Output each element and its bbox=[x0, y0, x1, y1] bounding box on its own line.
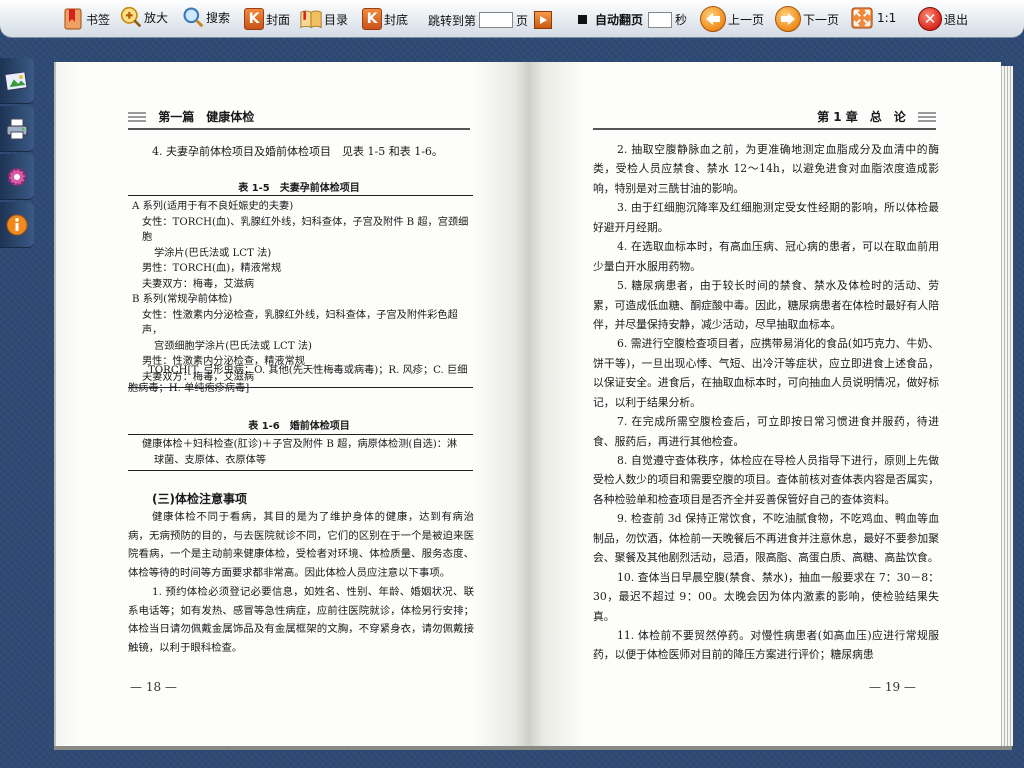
auto-flip-seconds-input[interactable] bbox=[648, 11, 673, 28]
actual-size-button[interactable]: 1:1 bbox=[851, 7, 896, 29]
next-page-button[interactable]: 下一页 bbox=[775, 6, 839, 32]
intro-line: 4. 夫妻孕前体检项目及婚前体检项目 见表 1-5 和表 1-6。 bbox=[152, 145, 443, 158]
arrow-left-icon bbox=[700, 6, 726, 32]
paragraph: 6. 需进行空腹检查项目者，应携带易消化的食品(如巧克力、牛奶、饼干等)，一旦出… bbox=[593, 337, 939, 409]
bookmark-label: 书签 bbox=[86, 12, 111, 27]
cover-button[interactable]: K 封面 bbox=[244, 8, 290, 30]
running-head-ornament bbox=[918, 111, 936, 124]
table-1-6-caption: 表 1-6 婚前体检项目 bbox=[248, 421, 350, 432]
paragraph: 1. 预约体检必须登记必要信息，如姓名、性别、年龄、婚姻状况、联系电话等；如有发… bbox=[128, 585, 474, 655]
picture-icon bbox=[5, 70, 28, 91]
toc-button[interactable]: 目录 bbox=[300, 8, 348, 30]
section-title: (三)体检注意事项 bbox=[152, 492, 247, 506]
table-row: 男性：TORCH(血)，精液常规 bbox=[142, 263, 282, 274]
go-button[interactable] bbox=[534, 11, 553, 29]
toc-label: 目录 bbox=[324, 12, 349, 27]
paragraph: 4. 在选取血标本时，有高血压病、冠心病的患者，可以在取血前用少量白开水服用药物… bbox=[593, 240, 939, 273]
next-page-label: 下一页 bbox=[803, 12, 840, 27]
bookmark-button[interactable]: 书签 bbox=[62, 8, 110, 30]
prev-page-label: 上一页 bbox=[728, 12, 765, 27]
printer-icon bbox=[6, 118, 28, 139]
fit-size-icon bbox=[851, 7, 873, 29]
zoom-in-label: 放大 bbox=[144, 10, 169, 25]
search-button[interactable]: 搜索 bbox=[182, 6, 230, 28]
settings-button[interactable] bbox=[0, 154, 34, 200]
open-book: 第一篇 健康体检 4. 夫妻孕前体检项目及婚前体检项目 见表 1-5 和表 1-… bbox=[54, 62, 1024, 750]
zoom-in-icon bbox=[120, 6, 142, 28]
auto-flip: 自动翻页 秒 bbox=[578, 11, 687, 28]
book-bottom-edge bbox=[54, 746, 1012, 750]
table-row: 学涂片(巴氏法或 LCT 法) bbox=[154, 247, 272, 259]
table-1-5-caption: 表 1-5 夫妻孕前体检项目 bbox=[238, 183, 360, 194]
auto-flip-checkbox[interactable] bbox=[578, 15, 587, 24]
bookmark-icon bbox=[62, 8, 84, 30]
right-running-head: 第 1 章 总 论 bbox=[593, 108, 936, 130]
table-row: 女性：性激素内分泌检查，乳腺红外线，妇科查体，子宫及附件彩色超声， bbox=[142, 309, 458, 337]
table-row: 宫颈细胞学涂片(巴氏法或 LCT 法) bbox=[154, 340, 313, 352]
info-button[interactable] bbox=[0, 202, 34, 248]
play-icon bbox=[540, 16, 548, 24]
table-1-5: A 系列(适用于有不良妊娠史的夫妻) 女性：TORCH(血)、乳腺红外线，妇科查… bbox=[128, 195, 473, 388]
jump-to-page: 跳转到第 页 bbox=[428, 11, 553, 29]
left-page[interactable]: 第一篇 健康体检 4. 夫妻孕前体检项目及婚前体检项目 见表 1-5 和表 1-… bbox=[54, 62, 529, 746]
print-button[interactable] bbox=[0, 106, 34, 152]
arrow-right-icon bbox=[775, 6, 801, 32]
right-running-head-text: 第 1 章 总 论 bbox=[817, 110, 906, 124]
search-label: 搜索 bbox=[206, 10, 231, 25]
exit-button[interactable]: ✕ 退出 bbox=[918, 7, 968, 31]
reader-toolbar: 书签 放大 搜索 K 封面 目录 K 封底 跳转到第 页 自动翻页 秒 上一页 … bbox=[0, 0, 1024, 38]
info-icon bbox=[6, 214, 28, 235]
table-row: 球菌、支原体、衣原体等 bbox=[154, 454, 267, 466]
auto-flip-unit: 秒 bbox=[675, 13, 688, 27]
first-page-icon: K bbox=[244, 8, 264, 30]
table-1-5-note: TORCH[T. 弓形虫病；O. 其他(先天性梅毒或病毒)；R. 风疹；C. 巨… bbox=[128, 365, 468, 394]
prev-page-button[interactable]: 上一页 bbox=[700, 6, 764, 32]
side-panel bbox=[0, 58, 34, 248]
paragraph: 8. 自觉遵守查体秩序，体检应在导检人员指导下进行，原则上先做受检人数少的项目和… bbox=[593, 454, 939, 506]
paragraph: 3. 由于红细胞沉降率及红细胞测定受女性经期的影响，所以体检最好避开月经期。 bbox=[593, 201, 939, 234]
paragraph: 5. 糖尿病患者，由于较长时间的禁食、禁水及体检时的活动、劳累，可造成低血糖、酮… bbox=[593, 279, 939, 331]
table-row: A 系列(适用于有不良妊娠史的夫妻) bbox=[132, 201, 294, 212]
table-row: 夫妻双方：梅毒，艾滋病 bbox=[142, 278, 255, 290]
jump-page-unit: 页 bbox=[516, 13, 529, 28]
right-body: 2. 抽取空腹静脉血之前，为更准确地测定血脂成分及血清中的酶类，受检人员应禁食、… bbox=[593, 140, 939, 665]
book-icon bbox=[300, 8, 322, 30]
ratio-label: 1:1 bbox=[877, 11, 897, 25]
paragraph: 2. 抽取空腹静脉血之前，为更准确地测定血脂成分及血清中的酶类，受检人员应禁食、… bbox=[593, 143, 939, 195]
paragraph: 11. 体检前不要贸然停药。对慢性病患者(如高血压)应进行常规服药，以便于体检医… bbox=[593, 628, 939, 662]
table-row: 女性：TORCH(血)、乳腺红外线，妇科查体，子宫及附件 B 超，宫颈细胞 bbox=[142, 216, 469, 244]
paragraph: 9. 检查前 3d 保持正常饮食，不吃油腻食物，不吃鸡血、鸭血等血制品，勿饮酒，… bbox=[593, 512, 939, 565]
table-row: B 系列(常规孕前体检) bbox=[132, 294, 233, 305]
paragraph: 7. 在完成所需空腹检查后，可立即按日常习惯进食并服药，待进食、服药后，再进行其… bbox=[593, 415, 939, 448]
left-body: 健康体检不同于看病，其目的是为了维护身体的健康，达到有病治病，无病预防的目的，与… bbox=[128, 508, 474, 658]
gear-icon bbox=[7, 167, 27, 186]
thumbnail-button[interactable] bbox=[0, 58, 34, 104]
left-running-head: 第一篇 健康体检 bbox=[128, 108, 470, 130]
paragraph: 健康体检不同于看病，其目的是为了维护身体的健康，达到有病治病，无病预防的目的，与… bbox=[128, 511, 474, 580]
close-icon: ✕ bbox=[918, 7, 942, 31]
cover-label: 封面 bbox=[266, 12, 291, 27]
left-page-number: — 18 — bbox=[130, 680, 177, 694]
running-head-ornament bbox=[128, 111, 146, 124]
paragraph: 10. 查体当日早晨空腹(禁食、禁水)，抽血一般要求在 7：30－8：30，最迟… bbox=[593, 570, 939, 623]
exit-label: 退出 bbox=[944, 12, 969, 27]
page-stack-edge bbox=[999, 66, 1013, 746]
zoom-in-button[interactable]: 放大 bbox=[120, 6, 168, 28]
last-page-icon: K bbox=[362, 8, 382, 30]
right-page-number: — 19 — bbox=[869, 680, 916, 694]
jump-page-input[interactable] bbox=[479, 12, 514, 28]
back-cover-button[interactable]: K 封底 bbox=[362, 8, 408, 30]
right-page[interactable]: 第 1 章 总 论 2. 抽取空腹静脉血之前，为更准确地测定血脂成分及血清中的酶… bbox=[529, 62, 1001, 746]
search-icon bbox=[182, 6, 204, 28]
jump-to-label: 跳转到第 bbox=[428, 13, 477, 28]
table-1-6: 健康体检＋妇科检查(肛诊)＋子宫及附件 B 超，病原体检测(自选)：淋 球菌、支… bbox=[128, 434, 473, 471]
left-running-head-text: 第一篇 健康体检 bbox=[158, 110, 255, 124]
table-row: 健康体检＋妇科检查(肛诊)＋子宫及附件 B 超，病原体检测(自选)：淋 bbox=[142, 439, 458, 450]
auto-flip-label: 自动翻页 bbox=[595, 13, 644, 27]
back-cover-label: 封底 bbox=[384, 12, 409, 27]
